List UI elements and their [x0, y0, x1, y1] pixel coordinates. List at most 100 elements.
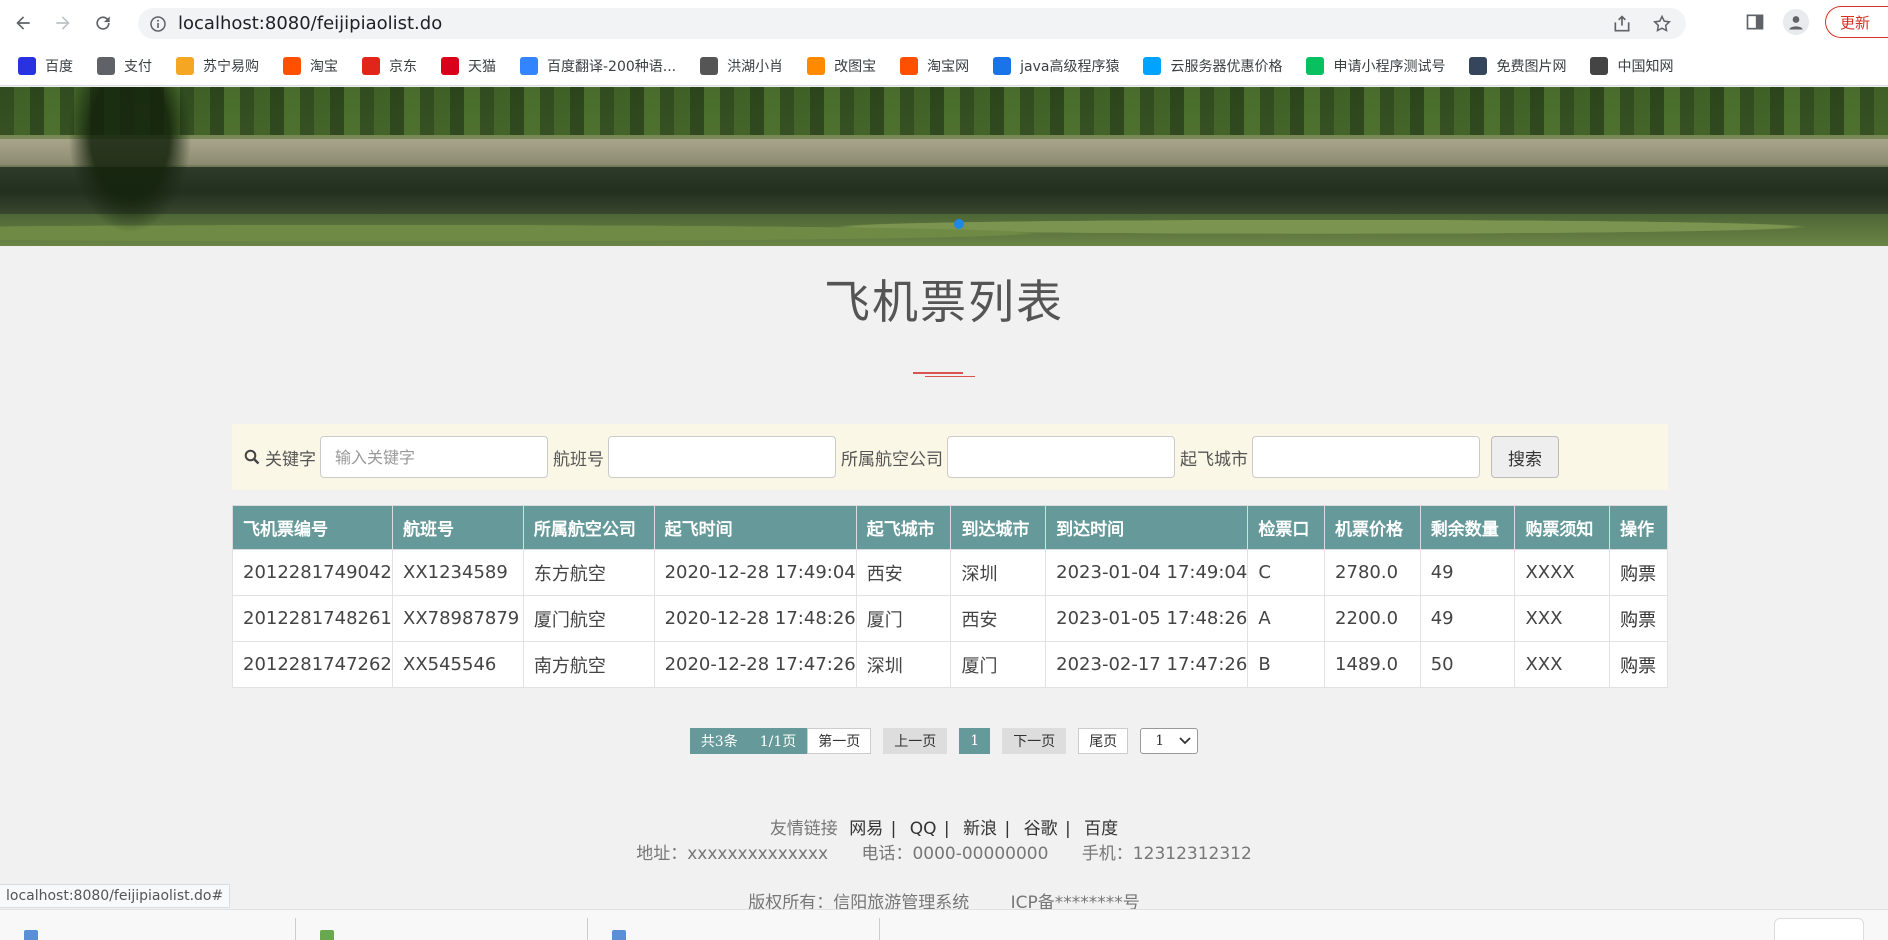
bookmark-label: 苏宁易购 [203, 58, 259, 75]
download-item[interactable] [296, 918, 588, 940]
departure-city-input[interactable] [1252, 436, 1480, 478]
page-select[interactable]: 1 [1140, 728, 1199, 754]
bookmark-item[interactable]: 改图宝 [807, 56, 876, 76]
buy-ticket-button[interactable]: 购票 [1609, 641, 1668, 688]
bookmark-label: 云服务器优惠价格 [1170, 58, 1283, 75]
taobao-icon [900, 56, 919, 75]
bookmark-item[interactable]: 申请小程序测试号 [1306, 56, 1445, 76]
column-header: 起飞城市 [855, 505, 952, 550]
table-cell: 1489.0 [1324, 641, 1421, 688]
bookmark-item[interactable]: 淘宝 [283, 56, 338, 76]
table-cell: 2023-01-04 17:49:04 [1045, 549, 1249, 596]
column-header: 飞机票编号 [232, 505, 393, 550]
show-all-button[interactable] [1774, 918, 1864, 940]
table-row: 2012281747262 XX545546 南方航空 2020-12-28 17:4… [232, 641, 1668, 688]
departure-city-label: 起飞城市 [1180, 449, 1248, 470]
flight-number-input[interactable] [608, 436, 836, 478]
profile-avatar-icon[interactable] [1782, 9, 1809, 35]
bookmark-label: 百度翻译-200种语... [547, 58, 677, 75]
footer-link[interactable]: QQ [910, 819, 937, 839]
bookmark-item[interactable]: 天猫 [441, 56, 496, 76]
forward-button[interactable] [46, 6, 80, 40]
browser-toolbar: localhost:8080/feijipiaolist.do 更新 [0, 0, 1888, 46]
first-page-button[interactable]: 第一页 [807, 728, 872, 754]
table-row: 2012281748261 XX78987879 厦门航空 2020-12-28 17… [232, 595, 1668, 642]
column-header: 到达时间 [1045, 505, 1249, 550]
column-header: 购票须知 [1514, 505, 1611, 550]
friendly-links-label: 友情链接 [769, 819, 838, 839]
bookmark-item[interactable]: 支付 [97, 56, 152, 76]
info-icon [150, 15, 166, 32]
current-page-button[interactable]: 1 [959, 728, 991, 754]
table-cell: 2023-02-17 17:47:26 [1045, 641, 1249, 688]
table-row: 2012281749042 XX1234589 东方航空 2020-12-28 17:… [232, 549, 1668, 596]
mobile-text: 手机：12312312312 [1081, 844, 1252, 864]
column-header: 航班号 [391, 505, 524, 550]
column-header: 起飞时间 [653, 505, 857, 550]
bookmark-item[interactable]: 云服务器优惠价格 [1143, 56, 1282, 76]
file-icon [24, 930, 38, 940]
suning-icon [176, 56, 194, 75]
footer-link[interactable]: 网易 [849, 819, 883, 839]
buy-ticket-button[interactable]: 购票 [1609, 549, 1668, 596]
banner-carousel[interactable] [0, 87, 1888, 246]
tumblr-icon [1469, 56, 1488, 75]
bookmark-label: 天猫 [468, 58, 496, 75]
prev-page-button[interactable]: 上一页 [883, 728, 948, 754]
bookmark-item[interactable]: 京东 [362, 56, 417, 76]
download-item[interactable] [0, 918, 296, 940]
update-button[interactable]: 更新 [1824, 6, 1888, 38]
table-cell: C [1247, 549, 1326, 596]
last-page-button[interactable]: 尾页 [1078, 728, 1129, 754]
download-item[interactable] [588, 918, 880, 940]
keyword-label-text: 关键字 [265, 449, 316, 470]
page-select-value: 1 [1155, 733, 1165, 749]
taobao-icon [283, 56, 301, 75]
buy-ticket-button[interactable]: 购票 [1609, 595, 1668, 642]
back-button[interactable] [6, 6, 40, 40]
bookmark-item[interactable]: 百度 [18, 56, 73, 76]
search-bar: 关键字 航班号 所属航空公司 起飞城市 搜索 [232, 424, 1668, 490]
globe-icon [97, 56, 115, 75]
table-cell: 2012281749042 [232, 549, 393, 596]
gaitubao-icon [807, 56, 826, 75]
carousel-indicator-dot[interactable] [954, 219, 964, 229]
bookmark-item[interactable]: 中国知网 [1590, 56, 1673, 76]
friendly-links: 友情链接 网易 | QQ | 新浪 | 谷歌 | 百度 [0, 814, 1888, 839]
bookmark-label: 洪湖小肖 [727, 58, 784, 75]
table-cell: 49 [1419, 595, 1516, 642]
flight-number-label: 航班号 [553, 449, 604, 470]
next-page-button[interactable]: 下一页 [1002, 728, 1067, 754]
column-header: 操作 [1609, 505, 1668, 550]
bookmark-item[interactable]: 苏宁易购 [176, 56, 259, 76]
bookmark-item[interactable]: 洪湖小肖 [700, 56, 783, 76]
bookmark-item[interactable]: 免费图片网 [1469, 56, 1566, 76]
table-cell: XX545546 [391, 641, 524, 688]
phone-text: 电话：0000-00000000 [861, 844, 1049, 864]
wechat-icon [1306, 56, 1325, 75]
bookmark-star-icon[interactable] [1652, 14, 1672, 34]
keyword-input[interactable] [320, 436, 548, 478]
bookmark-item[interactable]: 淘宝网 [900, 56, 969, 76]
footer-link[interactable]: 新浪 [963, 819, 997, 839]
share-icon[interactable] [1612, 14, 1632, 34]
address-url: localhost:8080/feijipiaolist.do [178, 13, 443, 34]
pagination: 共3条 1/1页 第一页 上一页 1 下一页 尾页 1 [0, 728, 1888, 754]
page-count: 1/1页 [748, 728, 808, 754]
bookmark-item[interactable]: 百度翻译-200种语... [520, 56, 676, 76]
bookmark-label: 百度 [45, 58, 73, 75]
translate-icon [520, 56, 538, 75]
airline-input[interactable] [947, 436, 1175, 478]
table-cell: 50 [1419, 641, 1516, 688]
side-panel-icon[interactable] [1743, 10, 1767, 34]
table-cell: 2020-12-28 17:47:26 [653, 641, 857, 688]
search-button[interactable]: 搜索 [1491, 436, 1559, 478]
address-bar[interactable]: localhost:8080/feijipiaolist.do [138, 8, 1686, 39]
footer-link[interactable]: 百度 [1084, 819, 1118, 839]
footer-link[interactable]: 谷歌 [1024, 819, 1058, 839]
reload-button[interactable] [86, 6, 120, 40]
bookmark-item[interactable]: java高级程序猿 [993, 56, 1119, 76]
bookmark-label: 免费图片网 [1496, 58, 1567, 75]
table-cell: 2020-12-28 17:48:26 [653, 595, 857, 642]
total-count: 共3条 [689, 728, 749, 754]
